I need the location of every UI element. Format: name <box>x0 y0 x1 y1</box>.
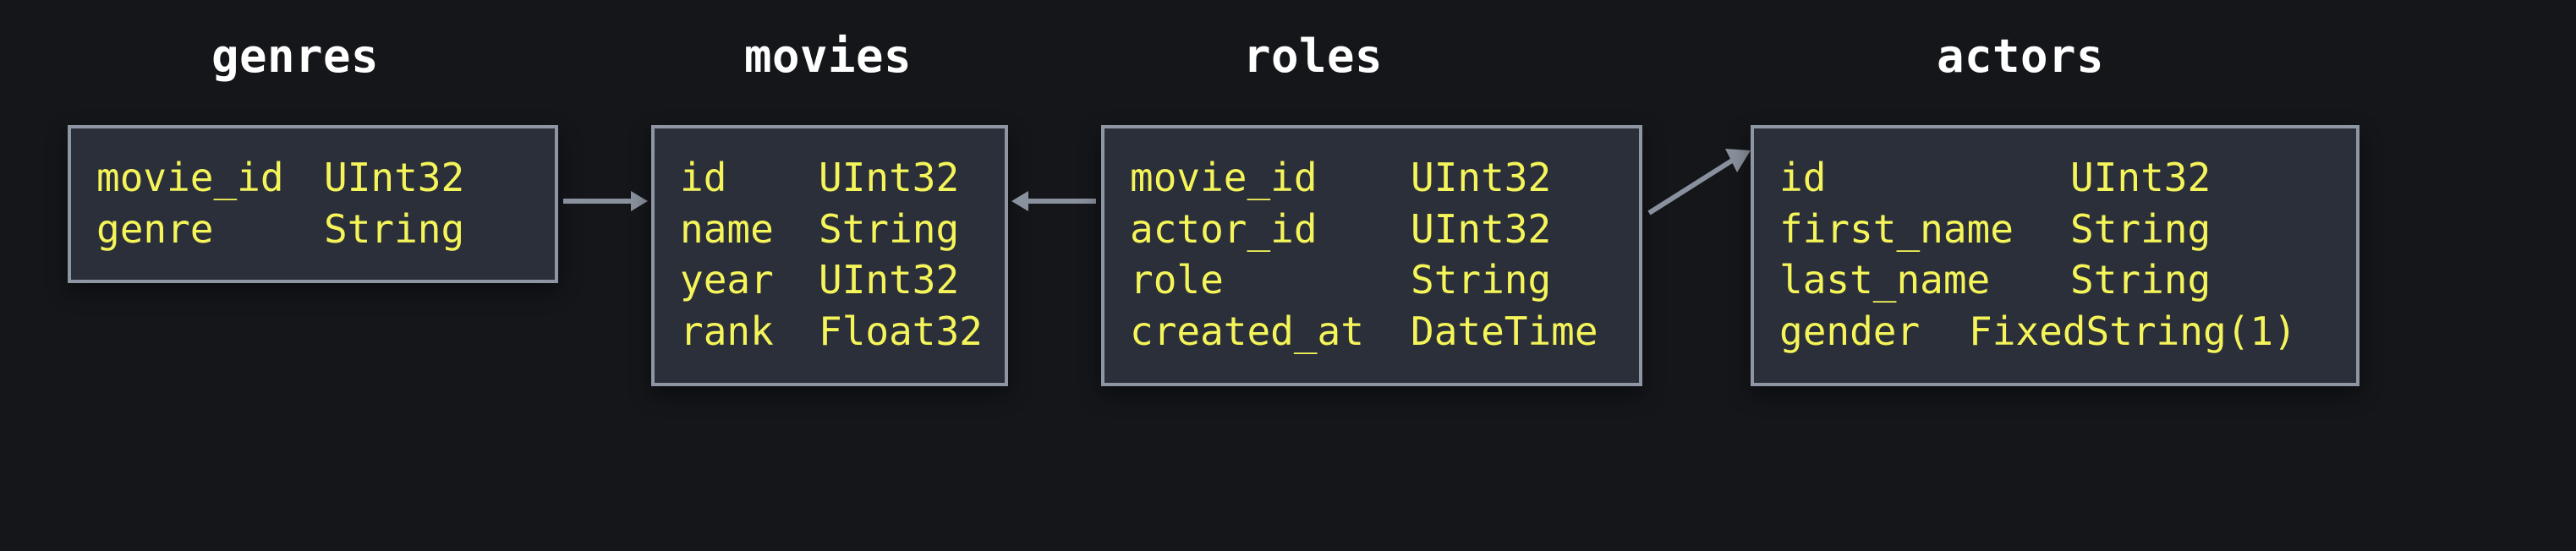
column-name: last_name <box>1779 254 2033 306</box>
column-name: id <box>1779 152 2033 204</box>
column-name: actor_id <box>1130 204 1373 255</box>
table-row: last_name String <box>1779 254 2331 306</box>
column-type: String <box>324 204 464 255</box>
table-title-actors: actors <box>1937 30 2104 83</box>
column-name: id <box>680 152 781 204</box>
table-title-movies: movies <box>744 30 912 83</box>
table-row: year UInt32 <box>680 254 979 306</box>
column-type: String <box>1411 254 1551 306</box>
schema-diagram: genres movies roles actors movie_id UInt… <box>0 0 2576 551</box>
table-row: name String <box>680 204 979 255</box>
column-name: rank <box>680 306 781 357</box>
relation-arrow-genres-movies <box>560 184 649 218</box>
table-title-genres: genres <box>211 30 379 83</box>
column-name: genre <box>96 204 287 255</box>
table-row: id UInt32 <box>1779 152 2331 204</box>
column-type: String <box>2070 204 2211 255</box>
table-row: first_name String <box>1779 204 2331 255</box>
table-row: gender FixedString(1) <box>1779 306 2331 357</box>
column-name: name <box>680 204 781 255</box>
column-type: String <box>2070 254 2211 306</box>
relation-arrow-roles-actors <box>1644 145 1754 220</box>
table-title-roles: roles <box>1243 30 1383 83</box>
column-type: UInt32 <box>2070 152 2211 204</box>
table-row: movie_id UInt32 <box>96 152 529 204</box>
column-type: UInt32 <box>819 152 959 204</box>
column-name: gender <box>1779 306 1932 357</box>
table-row: actor_id UInt32 <box>1130 204 1614 255</box>
table-box-movies: id UInt32 name String year UInt32 rank F… <box>651 125 1008 386</box>
column-type: FixedString(1) <box>1969 306 2297 357</box>
column-type: Float32 <box>819 306 983 357</box>
column-type: UInt32 <box>819 254 959 306</box>
column-name: year <box>680 254 781 306</box>
table-row: created_at DateTime <box>1130 306 1614 357</box>
column-type: UInt32 <box>324 152 464 204</box>
table-row: role String <box>1130 254 1614 306</box>
table-box-roles: movie_id UInt32 actor_id UInt32 role Str… <box>1101 125 1642 386</box>
column-name: movie_id <box>96 152 287 204</box>
table-row: rank Float32 <box>680 306 979 357</box>
column-name: created_at <box>1130 306 1373 357</box>
column-type: String <box>819 204 959 255</box>
relation-arrow-roles-movies <box>1010 184 1099 218</box>
column-type: UInt32 <box>1411 204 1551 255</box>
table-row: id UInt32 <box>680 152 979 204</box>
table-row: movie_id UInt32 <box>1130 152 1614 204</box>
column-type: DateTime <box>1411 306 1598 357</box>
table-row: genre String <box>96 204 529 255</box>
table-box-actors: id UInt32 first_name String last_name St… <box>1751 125 2360 386</box>
column-name: movie_id <box>1130 152 1373 204</box>
column-name: role <box>1130 254 1373 306</box>
column-name: first_name <box>1779 204 2033 255</box>
column-type: UInt32 <box>1411 152 1551 204</box>
table-box-genres: movie_id UInt32 genre String <box>68 125 558 283</box>
